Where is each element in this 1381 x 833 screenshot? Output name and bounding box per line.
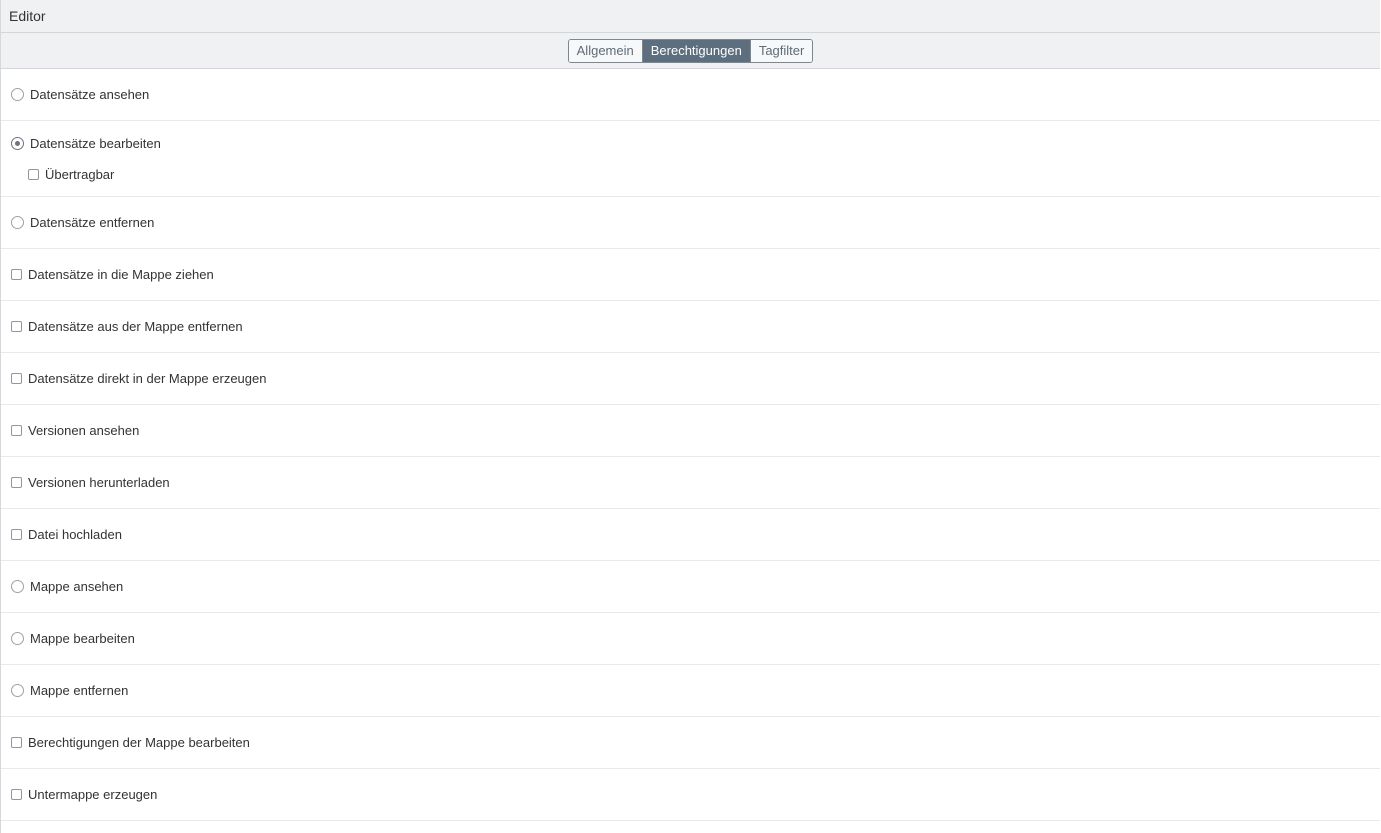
permission-datensaetze-ansehen[interactable]: Datensätze ansehen <box>11 85 1380 105</box>
permission-row: Datensätze ansehen <box>1 69 1380 121</box>
permission-mappe-bearbeiten[interactable]: Mappe bearbeiten <box>11 629 1380 649</box>
checkbox[interactable] <box>11 789 22 800</box>
checkbox[interactable] <box>11 373 22 384</box>
permission-row: Mappe ansehen <box>1 561 1380 613</box>
permission-row: Datei hochladen <box>1 509 1380 561</box>
checkbox[interactable] <box>11 269 22 280</box>
permission-label: Mappe ansehen <box>30 579 124 594</box>
permission-label: Übertragbar <box>45 166 115 182</box>
permission-label: Datei hochladen <box>28 527 122 542</box>
radio-button[interactable] <box>11 684 24 697</box>
window-title: Editor <box>9 8 46 24</box>
permission-row: Mappe bearbeiten <box>1 613 1380 665</box>
tab-berechtigungen[interactable]: Berechtigungen <box>642 39 751 62</box>
permission-row: Datensätze in die Mappe ziehen <box>1 249 1380 301</box>
permission-label: Datensätze bearbeiten <box>30 135 161 151</box>
permission-untermappe-erzeugen[interactable]: Untermappe erzeugen <box>11 785 1380 805</box>
tab-tagfilter[interactable]: Tagfilter <box>750 39 813 62</box>
permission-row: Datensätze direkt in der Mappe erzeugen <box>1 353 1380 405</box>
permission-datei-hochladen[interactable]: Datei hochladen <box>11 525 1380 545</box>
permission-row: Mappe entfernen <box>1 665 1380 717</box>
permission-label: Mappe bearbeiten <box>30 631 135 646</box>
permission-datensaetze-bearbeiten[interactable]: Datensätze bearbeiten <box>11 133 1380 153</box>
permission-row: Datensätze entfernen <box>1 197 1380 249</box>
permission-label: Datensätze direkt in der Mappe erzeugen <box>28 371 267 386</box>
tab-allgemein[interactable]: Allgemein <box>568 39 643 62</box>
checkbox[interactable] <box>11 737 22 748</box>
checkbox[interactable] <box>11 477 22 488</box>
permission-row: Datensätze aus der Mappe entfernen <box>1 301 1380 353</box>
editor-window: Editor Allgemein Berechtigungen Tagfilte… <box>0 0 1380 833</box>
permission-label: Berechtigungen der Mappe bearbeiten <box>28 735 250 750</box>
permission-label: Versionen herunterladen <box>28 475 170 490</box>
permission-label: Datensätze entfernen <box>30 215 155 230</box>
radio-button[interactable] <box>11 580 24 593</box>
permission-label: Datensätze aus der Mappe entfernen <box>28 319 243 334</box>
permission-mappe-ansehen[interactable]: Mappe ansehen <box>11 577 1380 597</box>
permission-aus-mappe-entfernen[interactable]: Datensätze aus der Mappe entfernen <box>11 317 1380 337</box>
permission-label: Mappe entfernen <box>30 683 129 698</box>
permission-label: Datensätze ansehen <box>30 87 150 102</box>
permission-in-mappe-ziehen[interactable]: Datensätze in die Mappe ziehen <box>11 265 1380 285</box>
checkbox[interactable] <box>11 425 22 436</box>
permission-direkt-in-mappe-erzeugen[interactable]: Datensätze direkt in der Mappe erzeugen <box>11 369 1380 389</box>
window-titlebar: Editor <box>1 0 1380 33</box>
permission-versionen-herunterladen[interactable]: Versionen herunterladen <box>11 473 1380 493</box>
tab-bar: Allgemein Berechtigungen Tagfilter <box>1 33 1380 69</box>
radio-button[interactable] <box>11 216 24 229</box>
tab-group: Allgemein Berechtigungen Tagfilter <box>567 38 814 63</box>
permission-row: Untermappe erzeugen <box>1 769 1380 821</box>
checkbox[interactable] <box>28 168 39 180</box>
permission-versionen-ansehen[interactable]: Versionen ansehen <box>11 421 1380 441</box>
permission-mappe-entfernen[interactable]: Mappe entfernen <box>11 681 1380 701</box>
permission-row: Versionen ansehen <box>1 405 1380 457</box>
permission-label: Versionen ansehen <box>28 423 140 438</box>
permission-uebertragbar[interactable]: Übertragbar <box>28 164 1380 184</box>
permissions-list: Datensätze ansehen Datensätze bearbeiten… <box>1 69 1380 821</box>
radio-button[interactable] <box>11 632 24 645</box>
permission-row: Versionen herunterladen <box>1 457 1380 509</box>
radio-button[interactable] <box>11 88 24 101</box>
permission-row: Datensätze bearbeiten Übertragbar <box>1 121 1380 197</box>
permission-row: Berechtigungen der Mappe bearbeiten <box>1 717 1380 769</box>
permission-label: Datensätze in die Mappe ziehen <box>28 267 214 282</box>
permission-datensaetze-entfernen[interactable]: Datensätze entfernen <box>11 213 1380 233</box>
checkbox[interactable] <box>11 321 22 332</box>
radio-button-selected[interactable] <box>11 136 24 150</box>
checkbox[interactable] <box>11 529 22 540</box>
permission-berechtigungen-mappe-bearbeiten[interactable]: Berechtigungen der Mappe bearbeiten <box>11 733 1380 753</box>
permission-label: Untermappe erzeugen <box>28 787 158 802</box>
